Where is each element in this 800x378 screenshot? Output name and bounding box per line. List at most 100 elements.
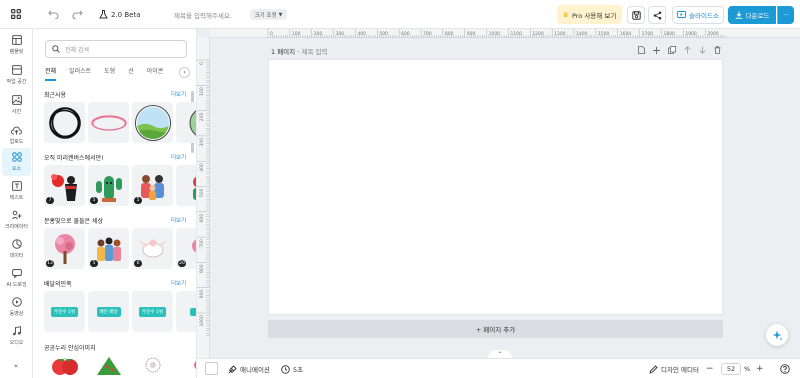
- assistant-button[interactable]: [766, 324, 788, 346]
- section-title: 배달의민족: [44, 281, 72, 288]
- grid-menu-icon[interactable]: [10, 8, 22, 20]
- rail-item-template[interactable]: 템플릿: [2, 31, 31, 59]
- element-thumbnail[interactable]: 5: [132, 165, 173, 206]
- baemin-chip: 배민 배달: [96, 306, 121, 317]
- move-page-down-icon[interactable]: [699, 46, 706, 56]
- ruler-label: 600: [199, 214, 205, 223]
- page-title-input[interactable]: 제목 입력: [302, 46, 328, 56]
- baemin-chip-partial: [189, 307, 196, 316]
- ruler-top-ticks: 0 100 200 300 400 500 600 700 800 900 1000 1100 1200…: [267, 29, 726, 38]
- element-thumbnail[interactable]: 20: [176, 228, 196, 269]
- delete-page-icon[interactable]: [714, 46, 721, 56]
- version-label[interactable]: 2.0 Beta: [99, 8, 141, 21]
- chevron-down-icon: ▼: [278, 11, 283, 18]
- collapse-rail-icon[interactable]: «: [10, 361, 22, 371]
- zoom-out-button[interactable]: −: [706, 363, 714, 375]
- see-more-link[interactable]: 더보기: [171, 90, 186, 98]
- tab-icon[interactable]: 아이콘: [147, 65, 164, 81]
- rail-item-ai-drawing[interactable]: AI 드로잉: [2, 264, 31, 292]
- design-page[interactable]: [268, 59, 723, 315]
- rail-label: 요소: [11, 166, 22, 172]
- element-thumbnail[interactable]: 5: [88, 228, 129, 269]
- rail-item-text[interactable]: 텍스트: [2, 177, 31, 205]
- rail-item-data[interactable]: 데이터: [2, 235, 31, 263]
- element-thumbnail[interactable]: 6: [132, 228, 173, 269]
- ruler-label: 100: [199, 87, 205, 96]
- ruler-label: 0: [199, 62, 205, 65]
- page-toolbar: [638, 46, 721, 56]
- element-thumbnail[interactable]: 7: [44, 165, 85, 206]
- see-more-link[interactable]: 더보기: [171, 216, 186, 224]
- duration-button[interactable]: 5초: [281, 363, 303, 375]
- element-thumbnail[interactable]: [176, 355, 196, 378]
- element-thumbnail[interactable]: 주문수 1위: [44, 291, 85, 332]
- category-tabs: 전체 일러스트 도형 선 아이콘: [45, 65, 185, 81]
- undo-icon[interactable]: [47, 9, 59, 19]
- sparkle-icon: [772, 330, 782, 340]
- count-badge: 6: [134, 260, 142, 267]
- rail-label: 동영상: [9, 311, 24, 317]
- element-thumbnail[interactable]: 배민 배달: [88, 291, 129, 332]
- element-thumbnail[interactable]: [88, 355, 129, 378]
- element-thumbnail[interactable]: [44, 355, 85, 378]
- section-title: 오직 미리캔버스에서만!: [44, 155, 104, 162]
- tab-all[interactable]: 전체: [45, 65, 57, 81]
- element-thumbnail[interactable]: [44, 102, 85, 143]
- element-thumbnail[interactable]: 5: [88, 165, 129, 206]
- element-thumbnail[interactable]: [132, 102, 173, 143]
- rail-item-audio[interactable]: 오디오: [2, 322, 31, 350]
- rail-item-video[interactable]: 동영상: [2, 293, 31, 321]
- tab-shape[interactable]: 도형: [104, 65, 115, 81]
- element-thumbnail[interactable]: [176, 291, 196, 332]
- share-icon[interactable]: [648, 6, 666, 24]
- download-icon: [735, 11, 742, 19]
- element-thumbnail[interactable]: 주문수 1위: [132, 291, 173, 332]
- rail-item-workspace[interactable]: 작업 공간: [2, 61, 31, 89]
- save-icon[interactable]: [627, 6, 645, 24]
- zoom-value: 52: [726, 365, 736, 373]
- collapse-bottom-icon[interactable]: ⌃: [488, 350, 512, 358]
- rail-item-photo[interactable]: 사진: [2, 91, 31, 119]
- help-button[interactable]: [780, 363, 790, 375]
- element-thumbnail[interactable]: [88, 102, 129, 143]
- zoom-input[interactable]: 52: [721, 363, 741, 375]
- more-options-button[interactable]: ···: [777, 6, 794, 24]
- element-thumbnail[interactable]: 13: [44, 228, 85, 269]
- design-editor-button[interactable]: 디자인 에디터: [649, 363, 699, 375]
- photo-icon: [11, 95, 22, 105]
- page-memo-icon[interactable]: [638, 46, 645, 56]
- slideshow-label: 슬라이드쇼: [689, 12, 719, 20]
- tab-line[interactable]: 선: [128, 65, 134, 81]
- section-title: 공공누리 안심이미지: [44, 345, 96, 352]
- rail-item-upload[interactable]: 업로드: [2, 121, 31, 149]
- rail-item-creator[interactable]: 크리에이터: [2, 206, 31, 234]
- animation-button[interactable]: 애니메이션: [228, 363, 270, 375]
- see-more-link[interactable]: 더보기: [171, 279, 186, 287]
- zoom-in-button[interactable]: +: [756, 363, 764, 375]
- see-more-link[interactable]: 더보기: [171, 153, 186, 161]
- duplicate-page-icon[interactable]: [668, 46, 676, 56]
- page-separator: -: [297, 47, 300, 55]
- rail-item-elements[interactable]: 요소: [2, 148, 31, 176]
- background-color-swatch[interactable]: [205, 362, 218, 375]
- redo-icon[interactable]: [71, 9, 83, 19]
- download-button[interactable]: 다운로드: [728, 6, 776, 24]
- element-thumbnail[interactable]: [176, 165, 196, 206]
- search-input[interactable]: 전체 검색: [45, 40, 187, 58]
- audio-icon: [12, 326, 21, 336]
- title-input[interactable]: 제목을 입력해주세요.: [174, 9, 232, 20]
- tab-illustration[interactable]: 일러스트: [69, 65, 91, 81]
- element-thumbnail[interactable]: [176, 102, 196, 143]
- add-page-button[interactable]: + 페이지 추가: [268, 320, 723, 338]
- slideshow-button[interactable]: 슬라이드쇼: [672, 6, 724, 24]
- pro-trial-button[interactable]: ♛ Pro 사용해 보기: [557, 5, 622, 24]
- add-page-icon[interactable]: [653, 46, 660, 56]
- size-adjust-button[interactable]: 크기 조정 ▼: [250, 9, 287, 20]
- move-page-up-icon[interactable]: [684, 46, 691, 56]
- ruler-label: 1900: [685, 31, 697, 37]
- tabs-next-icon[interactable]: ›: [179, 67, 190, 78]
- version-text: 2.0 Beta: [111, 10, 141, 19]
- section-title: 최근사용: [44, 92, 67, 99]
- rail-label: 사진: [11, 109, 22, 115]
- element-thumbnail[interactable]: [132, 355, 173, 378]
